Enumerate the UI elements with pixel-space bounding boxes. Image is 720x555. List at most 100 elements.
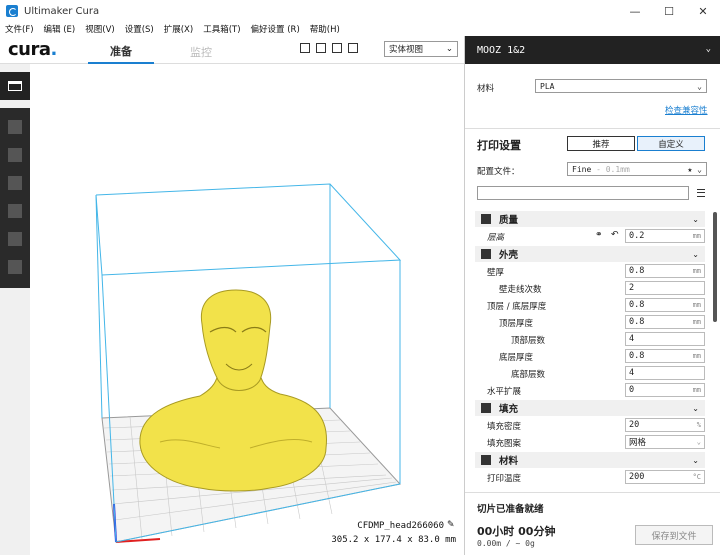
settings-scrollbar[interactable] (713, 212, 717, 322)
tool-strip (0, 108, 30, 288)
save-to-file-button[interactable]: 保存到文件 (635, 525, 713, 545)
scale-tool-icon[interactable] (8, 148, 22, 162)
print-settings-panel: MOOZ 1&2 ⌄ 材料 PLA ⌄ 检查兼容性 打印设置 推荐 自定义 配置文… (464, 36, 720, 555)
left-toolbar (0, 64, 30, 555)
folder-icon (8, 81, 22, 91)
window-title: Ultimaker Cura (24, 5, 100, 17)
view-mode-select[interactable]: 实体视图 ⌄ (384, 41, 458, 57)
move-tool-icon[interactable] (8, 120, 22, 134)
open-file-button[interactable] (0, 72, 30, 100)
support-blocker-icon[interactable] (8, 260, 22, 274)
chevron-down-icon: ⌄ (692, 214, 699, 224)
setting-horizontal-expansion: 水平扩展 0 mm (475, 382, 705, 399)
setting-bottom-thickness: 底层厚度 0.8 mm (475, 348, 705, 365)
close-icon[interactable]: ✕ (686, 0, 720, 22)
chevron-down-icon: ⌄ (705, 44, 711, 54)
wall-line-count-field[interactable]: 2 (625, 281, 705, 295)
3d-viewport[interactable]: CFDMP_head266060 ✎ 305.2 x 177.4 x 83.0 … (30, 64, 464, 555)
slice-panel: 切片已准备就绪 00小时 00分钟 0.00m / ~ 0g 保存到文件 (465, 492, 720, 555)
setting-infill-pattern: 填充图案 网格 ⌄ (475, 434, 705, 451)
setting-top-bottom-thickness: 顶层 / 底层厚度 0.8 mm (475, 297, 705, 314)
menu-edit[interactable]: 编辑 (E) (39, 23, 81, 35)
quality-icon (481, 214, 491, 224)
build-volume-scene (95, 183, 402, 543)
top-layers-field[interactable]: 4 (625, 332, 705, 346)
chevron-down-icon: ⌄ (692, 455, 699, 465)
setting-top-layers: 顶部层数 4 (475, 331, 705, 348)
menu-file[interactable]: 文件(F) (0, 23, 39, 35)
view-3d-icon[interactable] (300, 43, 310, 53)
category-quality[interactable]: 质量 ⌄ (475, 211, 705, 227)
menu-toolbox[interactable]: 工具箱(T) (198, 23, 245, 35)
view-top-icon[interactable] (332, 43, 342, 53)
infill-pattern-select[interactable]: 网格 ⌄ (625, 435, 705, 449)
category-material[interactable]: 材料 ⌄ (475, 452, 705, 468)
cura-app-icon (6, 5, 18, 17)
view-front-icon[interactable] (316, 43, 326, 53)
title-bar: Ultimaker Cura — ☐ ✕ (0, 0, 720, 22)
slice-status: 切片已准备就绪 (477, 504, 544, 515)
wall-thickness-field[interactable]: 0.8 mm (625, 264, 705, 278)
tab-prepare[interactable]: 准备 (88, 40, 154, 64)
settings-search-input[interactable] (477, 186, 689, 200)
bottom-thickness-field[interactable]: 0.8 mm (625, 349, 705, 363)
layer-height-field[interactable]: 0.2 mm (625, 229, 705, 243)
menu-bar: 文件(F) 编辑 (E) 视图(V) 设置(S) 扩展(X) 工具箱(T) 偏好… (0, 22, 720, 36)
setting-layer-height: 层高 ⚭ ↶ 0.2 mm (475, 228, 705, 245)
mode-recommended-button[interactable]: 推荐 (567, 136, 635, 151)
print-time: 00小时 00分钟 (477, 525, 556, 538)
print-settings-title: 打印设置 (477, 139, 521, 152)
horizontal-expansion-field[interactable]: 0 mm (625, 383, 705, 397)
menu-extensions[interactable]: 扩展(X) (159, 23, 198, 35)
menu-view[interactable]: 视图(V) (80, 23, 119, 35)
profile-select[interactable]: Fine - 0.1mm ★ ⌄ (567, 162, 707, 176)
print-temperature-field[interactable]: 200 °C (625, 470, 705, 484)
reset-icon[interactable]: ↶ (611, 230, 619, 240)
category-shell[interactable]: 外壳 ⌄ (475, 246, 705, 262)
top-thickness-field[interactable]: 0.8 mm (625, 315, 705, 329)
model-dimensions: 305.2 x 177.4 x 83.0 mm (331, 535, 456, 545)
star-icon: ★ ⌄ (687, 164, 702, 174)
material-select[interactable]: PLA ⌄ (535, 79, 707, 93)
minimize-icon[interactable]: — (618, 0, 652, 22)
setting-wall-line-count: 壁走线次数 2 (475, 280, 705, 297)
maximize-icon[interactable]: ☐ (652, 0, 686, 22)
menu-preferences[interactable]: 偏好设置 (R) (246, 23, 305, 35)
setting-top-thickness: 顶层厚度 0.8 mm (475, 314, 705, 331)
chevron-down-icon: ⌄ (692, 403, 699, 413)
material-label: 材料 (477, 84, 495, 94)
settings-menu-icon[interactable] (697, 189, 705, 197)
model-bust[interactable] (139, 289, 327, 492)
category-infill[interactable]: 填充 ⌄ (475, 400, 705, 416)
material-icon (481, 455, 491, 465)
setting-print-temperature: 打印温度 200 °C (475, 469, 705, 486)
cura-logo: cura. (8, 39, 57, 60)
chevron-down-icon: ⌄ (692, 249, 699, 259)
bottom-layers-field[interactable]: 4 (625, 366, 705, 380)
setting-infill-density: 填充密度 20% (475, 417, 705, 434)
stage-header: cura. 准备 监控 实体视图 ⌄ (0, 36, 464, 64)
check-compatibility-link[interactable]: 检查兼容性 (665, 104, 708, 116)
setting-wall-thickness: 壁厚 0.8 mm (475, 263, 705, 280)
profile-label: 配置文件： (477, 167, 520, 177)
tab-monitor[interactable]: 监控 (168, 40, 234, 64)
printer-selector[interactable]: MOOZ 1&2 ⌄ (465, 36, 720, 64)
top-bottom-thickness-field[interactable]: 0.8 mm (625, 298, 705, 312)
shell-icon (481, 249, 491, 259)
rotate-tool-icon[interactable] (8, 176, 22, 190)
divider (465, 128, 720, 129)
mirror-tool-icon[interactable] (8, 204, 22, 218)
link-icon[interactable]: ⚭ (595, 230, 603, 240)
material-usage: 0.00m / ~ 0g (477, 539, 535, 548)
pencil-icon[interactable]: ✎ (447, 521, 456, 530)
chevron-down-icon: ⌄ (696, 438, 701, 446)
mode-custom-button[interactable]: 自定义 (637, 136, 705, 151)
chevron-down-icon: ⌄ (445, 44, 453, 54)
menu-help[interactable]: 帮助(H) (305, 23, 345, 35)
job-name: CFDMP_head266060 (357, 521, 444, 531)
setting-bottom-layers: 底部层数 4 (475, 365, 705, 382)
view-side-icon[interactable] (348, 43, 358, 53)
per-model-settings-icon[interactable] (8, 232, 22, 246)
infill-density-field[interactable]: 20% (625, 418, 705, 432)
menu-settings[interactable]: 设置(S) (120, 23, 159, 35)
